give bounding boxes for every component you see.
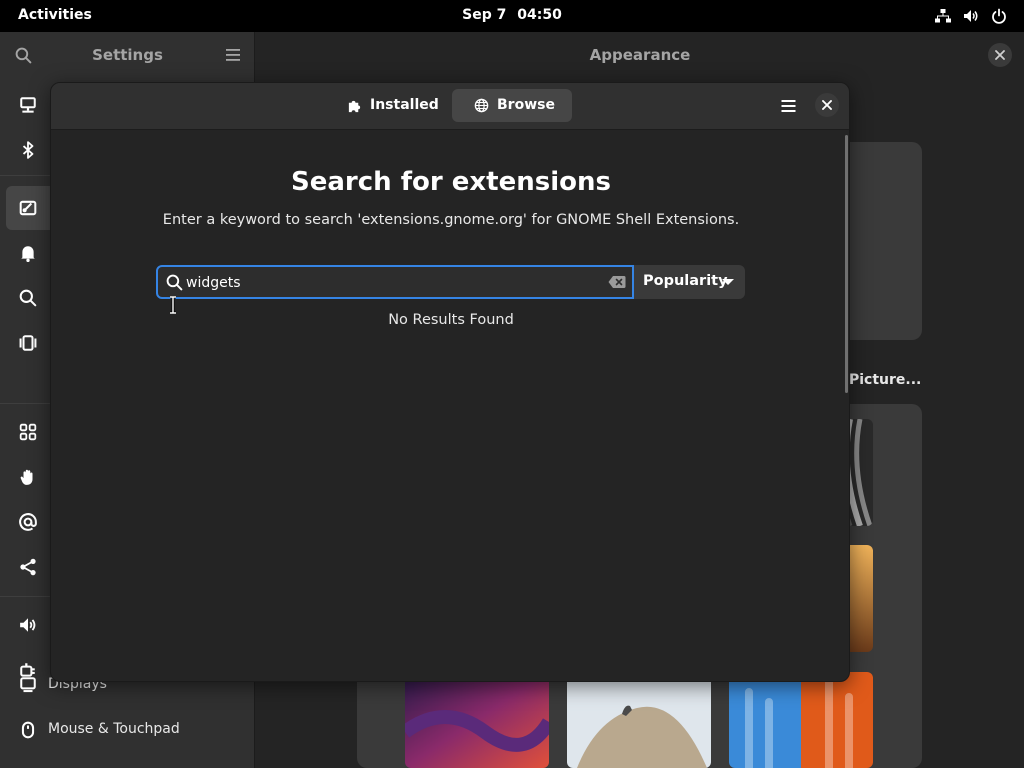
- network-icon[interactable]: [935, 8, 951, 24]
- scrollbar[interactable]: [845, 135, 848, 393]
- sidebar-item-mouse-touchpad[interactable]: Mouse & Touchpad: [0, 708, 255, 752]
- tab-label: Browse: [497, 97, 555, 113]
- background-section-label: Picture...: [849, 372, 922, 388]
- dialog-description: Enter a keyword to search 'extensions.gn…: [162, 212, 740, 228]
- search-input[interactable]: [186, 272, 596, 294]
- close-icon: [995, 50, 1005, 60]
- wallpaper-thumbnail[interactable]: [729, 672, 873, 768]
- clock-time: 04:50: [517, 7, 562, 23]
- power-icon[interactable]: [991, 8, 1007, 24]
- search-icon: [166, 274, 183, 291]
- hand-icon: [20, 469, 33, 485]
- wallpaper-thumbnail[interactable]: [405, 672, 549, 768]
- puzzle-icon: [348, 100, 361, 113]
- sound-icon: [20, 618, 36, 632]
- sort-selected-value: Popularity: [643, 273, 728, 289]
- bell-icon: [21, 246, 35, 262]
- menu-icon[interactable]: [225, 48, 241, 62]
- page-title: Appearance: [589, 46, 691, 64]
- globe-icon: [474, 98, 489, 113]
- volume-icon[interactable]: [963, 8, 979, 24]
- search-icon: [19, 289, 37, 307]
- top-bar: Activities Sep 7 04:50: [0, 0, 1024, 32]
- display-icon: [20, 677, 36, 693]
- share-icon: [20, 558, 36, 576]
- appearance-icon: [19, 200, 37, 216]
- apps-grid-icon: [19, 423, 37, 441]
- close-button[interactable]: [988, 43, 1012, 67]
- wallpaper-thumbnail[interactable]: [567, 672, 711, 768]
- search-status: No Results Found: [388, 312, 514, 328]
- tab-label: Installed: [370, 97, 439, 113]
- dialog-close-button[interactable]: [815, 93, 839, 117]
- network-computer-icon: [20, 97, 36, 113]
- sort-dropdown[interactable]: Popularity: [634, 265, 745, 299]
- dialog-menu-button[interactable]: [775, 92, 803, 120]
- tab-browse[interactable]: Browse: [452, 89, 572, 122]
- chevron-down-icon: [722, 279, 734, 285]
- clock[interactable]: Sep 7 04:50: [0, 7, 1024, 23]
- at-icon: [19, 513, 37, 531]
- text-cursor-icon: [170, 296, 176, 314]
- dialog-header: Installed Browse: [51, 83, 849, 130]
- clear-text-icon[interactable]: [608, 275, 626, 289]
- search-field[interactable]: [156, 265, 634, 299]
- sidebar-item-label: Mouse & Touchpad: [48, 721, 180, 737]
- tab-installed[interactable]: Installed: [339, 89, 439, 122]
- sidebar-title: Settings: [92, 46, 163, 64]
- menu-icon: [781, 100, 796, 112]
- clock-date: Sep 7: [462, 7, 507, 23]
- multitasking-icon: [19, 335, 37, 351]
- sidebar-header: Settings: [0, 32, 255, 78]
- extensions-dialog: Installed Browse Search for extensions E…: [50, 82, 850, 682]
- mouse-icon: [21, 721, 35, 739]
- bluetooth-icon: [22, 141, 34, 159]
- close-icon: [822, 100, 832, 110]
- dialog-title: Search for extensions: [291, 167, 611, 197]
